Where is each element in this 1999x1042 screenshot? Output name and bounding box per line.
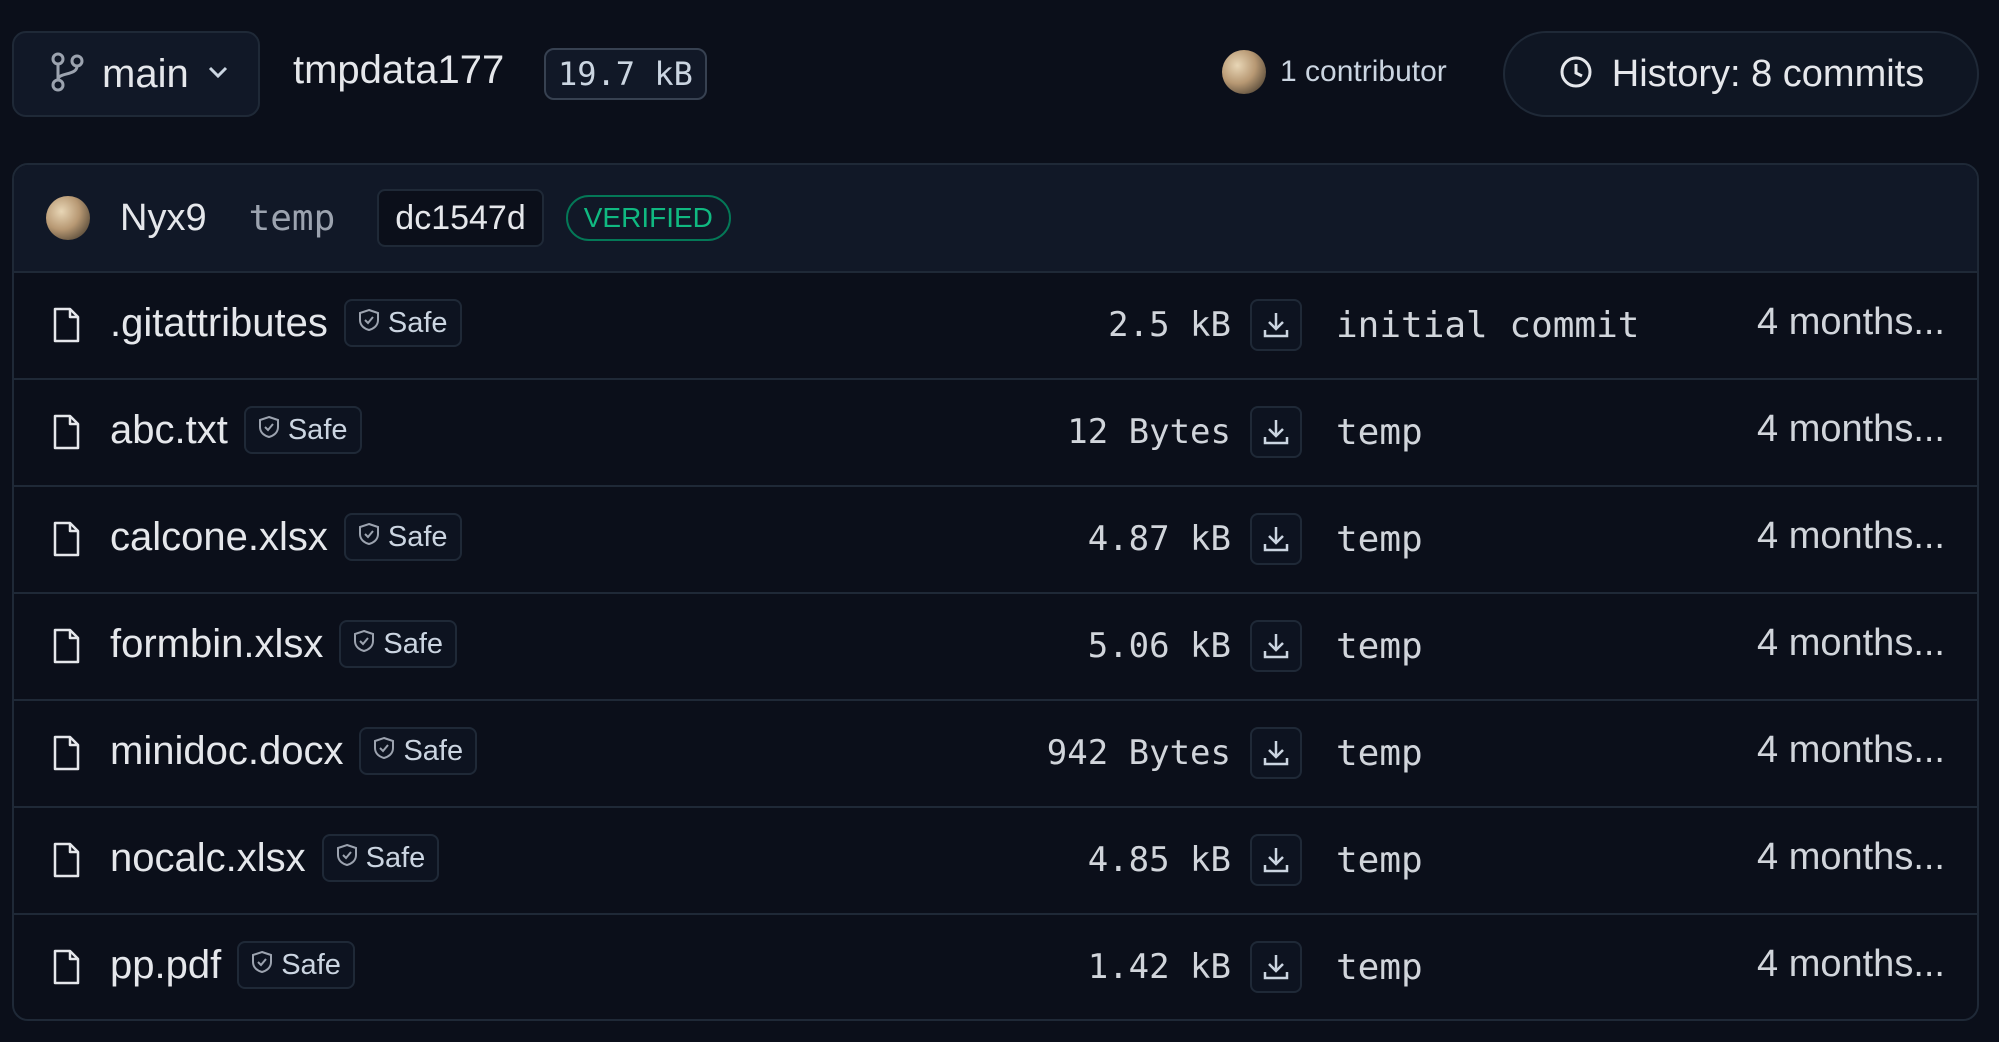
last-commit-row: Nyx9 temp dc1547d VERIFIED	[14, 165, 1977, 273]
safe-label: Safe	[281, 948, 341, 981]
shield-check-icon	[251, 949, 273, 982]
file-list-panel: Nyx9 temp dc1547d VERIFIED .gitattribute…	[12, 163, 1979, 1021]
commit-author[interactable]: Nyx9	[120, 197, 207, 240]
file-icon	[52, 628, 80, 669]
repo-size-badge: 19.7 kB	[544, 48, 707, 100]
download-button[interactable]	[1250, 299, 1302, 351]
file-row[interactable]: nocalc.xlsx Safe 4.85 kB temp 4 months..…	[14, 808, 1977, 915]
file-icon	[52, 307, 80, 348]
safe-label: Safe	[403, 734, 464, 767]
file-row[interactable]: minidoc.docx Safe 942 Bytes temp 4 month…	[14, 701, 1977, 808]
file-size: 2.5 kB	[1108, 305, 1231, 345]
file-name-link[interactable]: .gitattributes	[110, 301, 328, 346]
file-name-link[interactable]: calcone.xlsx	[110, 515, 328, 560]
download-button[interactable]	[1250, 620, 1302, 672]
chevron-down-icon	[207, 65, 229, 84]
file-icon	[52, 735, 80, 776]
file-row[interactable]: pp.pdf Safe 1.42 kB temp 4 months...	[14, 915, 1977, 1019]
contributors-label: 1 contributor	[1280, 55, 1447, 88]
shield-check-icon	[258, 414, 280, 447]
file-icon	[52, 842, 80, 883]
safe-label: Safe	[383, 627, 444, 660]
download-icon	[1263, 313, 1289, 338]
file-size: 4.87 kB	[1087, 519, 1231, 559]
download-button[interactable]	[1250, 834, 1302, 886]
safe-badge: Safe	[343, 299, 462, 347]
download-button[interactable]	[1250, 513, 1302, 565]
file-icon	[52, 521, 80, 562]
file-commit-message[interactable]: temp	[1336, 519, 1423, 560]
file-size: 1.42 kB	[1087, 947, 1231, 987]
download-button[interactable]	[1250, 727, 1302, 779]
safe-label: Safe	[387, 520, 448, 553]
file-commit-message[interactable]: initial commit	[1336, 305, 1639, 346]
clock-icon	[1558, 54, 1594, 95]
contributors-link[interactable]: 1 contributor	[1222, 50, 1447, 94]
download-icon	[1263, 848, 1289, 873]
file-commit-message[interactable]: temp	[1336, 626, 1423, 667]
file-commit-date: 4 months...	[1757, 301, 1945, 343]
file-commit-date: 4 months...	[1757, 836, 1945, 878]
commit-message[interactable]: temp	[249, 198, 336, 239]
file-commit-date: 4 months...	[1757, 515, 1945, 557]
file-size: 5.06 kB	[1087, 626, 1231, 666]
download-icon	[1263, 420, 1289, 445]
safe-badge: Safe	[359, 727, 478, 775]
file-name-link[interactable]: minidoc.docx	[110, 729, 343, 774]
shield-check-icon	[353, 628, 375, 661]
safe-label: Safe	[365, 841, 426, 874]
file-commit-message[interactable]: temp	[1336, 840, 1423, 881]
download-icon	[1263, 741, 1289, 766]
shield-check-icon	[358, 307, 380, 340]
file-row[interactable]: formbin.xlsx Safe 5.06 kB temp 4 months.…	[14, 594, 1977, 701]
file-icon	[52, 949, 80, 990]
contributor-avatar	[1222, 50, 1266, 94]
git-branch-icon	[50, 52, 84, 97]
safe-badge: Safe	[321, 834, 440, 882]
safe-badge: Safe	[243, 406, 362, 454]
file-icon	[52, 414, 80, 455]
file-size: 12 Bytes	[1067, 412, 1231, 452]
safe-label: Safe	[387, 306, 448, 339]
branch-label: main	[102, 51, 189, 96]
commit-hash[interactable]: dc1547d	[377, 189, 544, 247]
shield-check-icon	[358, 521, 380, 554]
file-name-link[interactable]: pp.pdf	[110, 943, 221, 988]
history-button[interactable]: History: 8 commits	[1503, 31, 1979, 117]
file-rows: .gitattributes Safe 2.5 kB initial commi…	[14, 273, 1977, 1019]
shield-check-icon	[336, 842, 358, 875]
safe-badge: Safe	[339, 620, 458, 668]
safe-badge: Safe	[237, 941, 355, 989]
file-row[interactable]: abc.txt Safe 12 Bytes temp 4 months...	[14, 380, 1977, 487]
file-commit-date: 4 months...	[1757, 943, 1945, 985]
download-icon	[1263, 634, 1289, 659]
file-name-link[interactable]: formbin.xlsx	[110, 622, 323, 667]
author-avatar	[46, 196, 90, 240]
file-row[interactable]: calcone.xlsx Safe 4.87 kB temp 4 months.…	[14, 487, 1977, 594]
file-commit-date: 4 months...	[1757, 729, 1945, 771]
safe-badge: Safe	[343, 513, 462, 561]
safe-label: Safe	[287, 413, 348, 446]
file-commit-date: 4 months...	[1757, 622, 1945, 664]
branch-selector-button[interactable]: main	[12, 31, 260, 117]
shield-check-icon	[373, 735, 395, 768]
file-name-link[interactable]: abc.txt	[110, 408, 228, 453]
repo-header: main tmpdata177 19.7 kB 1 contributor Hi…	[0, 0, 1999, 150]
file-row[interactable]: .gitattributes Safe 2.5 kB initial commi…	[14, 273, 1977, 380]
download-icon	[1263, 955, 1289, 980]
verified-badge: VERIFIED	[565, 195, 731, 241]
download-button[interactable]	[1250, 406, 1302, 458]
download-icon	[1263, 527, 1289, 552]
file-commit-message[interactable]: temp	[1336, 412, 1423, 453]
repo-name: tmpdata177	[293, 48, 505, 92]
file-size: 942 Bytes	[1046, 733, 1231, 773]
history-label: History: 8 commits	[1611, 52, 1925, 95]
file-commit-message[interactable]: temp	[1336, 733, 1423, 774]
file-commit-message[interactable]: temp	[1336, 947, 1423, 988]
file-commit-date: 4 months...	[1757, 408, 1945, 450]
download-button[interactable]	[1250, 941, 1302, 993]
file-size: 4.85 kB	[1087, 840, 1231, 880]
file-name-link[interactable]: nocalc.xlsx	[110, 836, 306, 881]
